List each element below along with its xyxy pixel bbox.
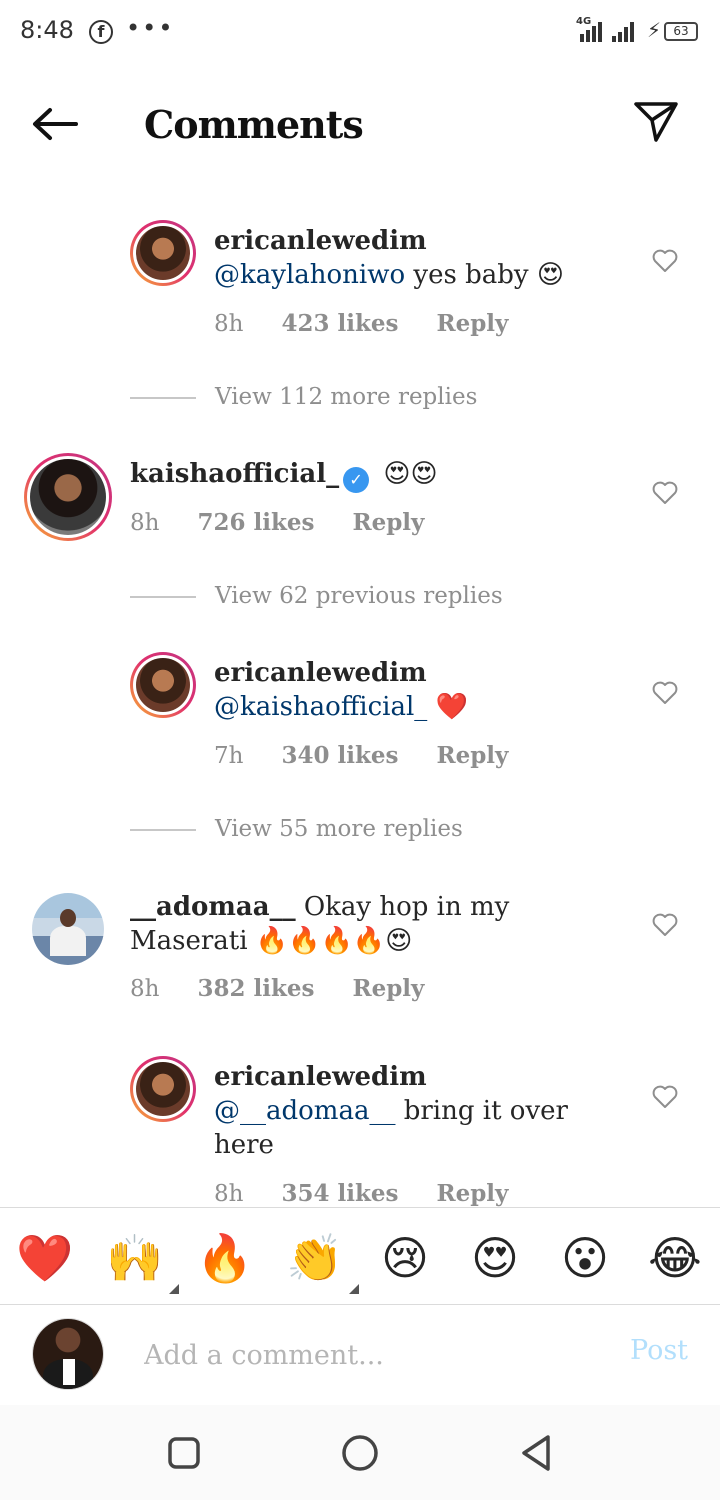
reply-button[interactable]: Reply: [352, 975, 424, 1002]
view-more-replies[interactable]: View 55 more replies: [215, 816, 463, 842]
reply-button[interactable]: Reply: [436, 310, 508, 337]
reply-button[interactable]: Reply: [352, 509, 424, 536]
skin-tone-indicator: [169, 1284, 179, 1294]
battery-icon: 63: [664, 22, 698, 41]
reaction-laughing[interactable]: 😂: [645, 1228, 705, 1288]
comment-text: ericanlewedim @__adomaa__ bring it over …: [214, 1060, 634, 1162]
my-avatar: [32, 1318, 104, 1390]
comment-input[interactable]: [144, 1335, 584, 1375]
header: Comments: [0, 80, 720, 170]
likes-count[interactable]: 726 likes: [197, 509, 314, 536]
view-more-replies[interactable]: View 112 more replies: [215, 384, 477, 410]
reaction-fire[interactable]: 🔥: [195, 1228, 255, 1288]
more-notifications-icon: •••: [126, 14, 175, 42]
heart-icon[interactable]: [652, 249, 678, 273]
heart-icon[interactable]: [652, 1085, 678, 1109]
comment-emoji: 😍: [536, 260, 564, 290]
likes-count[interactable]: 354 likes: [281, 1180, 398, 1207]
comment-body-2: here: [214, 1130, 274, 1160]
mention-link[interactable]: @kaylahoniwo: [214, 260, 405, 290]
divider: [130, 596, 196, 598]
mention-link[interactable]: @kaishaofficial_: [214, 692, 427, 722]
send-icon[interactable]: [632, 100, 680, 144]
comment-meta: 7h 340 likes Reply: [214, 742, 546, 769]
heart-icon[interactable]: [652, 481, 678, 505]
comment-text: ericanlewedim @kaylahoniwo yes baby 😍: [214, 224, 634, 292]
clap-icon: 👏: [286, 1231, 344, 1285]
heart-icon[interactable]: [652, 681, 678, 705]
divider: [130, 829, 196, 831]
signal-icon: [580, 22, 602, 42]
facebook-icon: f: [89, 20, 113, 44]
back-nav-icon[interactable]: [516, 1433, 556, 1473]
likes-count[interactable]: 382 likes: [197, 975, 314, 1002]
reaction-surprised[interactable]: 😮: [555, 1228, 615, 1288]
avatar[interactable]: [130, 220, 196, 286]
comment-time: 7h: [214, 743, 244, 769]
username[interactable]: __adomaa__: [130, 892, 296, 922]
avatar[interactable]: [24, 453, 112, 541]
system-nav-bar: [0, 1405, 720, 1500]
comment-time: 8h: [214, 311, 244, 337]
heart-icon[interactable]: [652, 913, 678, 937]
reaction-heart[interactable]: ❤️: [15, 1228, 75, 1288]
charging-icon: ⚡: [647, 18, 662, 42]
comment-meta: 8h 354 likes Reply: [214, 1180, 546, 1207]
avatar[interactable]: [130, 652, 196, 718]
comment-body: yes baby: [413, 260, 529, 290]
reaction-heart-eyes[interactable]: 😍: [465, 1228, 525, 1288]
username[interactable]: ericanlewedim: [214, 658, 427, 688]
view-previous-replies[interactable]: View 62 previous replies: [215, 583, 503, 609]
quick-reactions-bar: ❤️ 🙌 🔥 👏 😢 😍 😮 😂: [0, 1207, 720, 1305]
likes-count[interactable]: 340 likes: [281, 742, 398, 769]
reaction-crying[interactable]: 😢: [375, 1228, 435, 1288]
comments-list[interactable]: ericanlewedim @kaylahoniwo yes baby 😍 8h…: [0, 205, 720, 1207]
mention-link[interactable]: @__adomaa__: [214, 1096, 395, 1126]
comment-body: Okay hop in my: [303, 892, 510, 922]
username[interactable]: ericanlewedim: [214, 226, 427, 256]
avatar[interactable]: [32, 893, 104, 965]
signal-icon-2: [612, 22, 634, 42]
page-title: Comments: [144, 102, 364, 147]
comment-emoji: 🔥🔥🔥🔥😍: [255, 926, 413, 956]
divider: [130, 397, 196, 399]
comment-meta: 8h 423 likes Reply: [214, 310, 546, 337]
comment-emoji: ❤️: [435, 692, 468, 722]
reaction-raised-hands[interactable]: 🙌: [105, 1228, 179, 1294]
raised-hands-icon: 🙌: [106, 1231, 164, 1285]
skin-tone-indicator: [349, 1284, 359, 1294]
reply-button[interactable]: Reply: [436, 742, 508, 769]
recent-apps-icon[interactable]: [164, 1433, 204, 1473]
avatar[interactable]: [130, 1056, 196, 1122]
comment-time: 8h: [130, 510, 160, 536]
home-icon[interactable]: [340, 1433, 380, 1473]
likes-count[interactable]: 423 likes: [281, 310, 398, 337]
verified-badge-icon: ✓: [343, 467, 370, 493]
comment-meta: 8h 726 likes Reply: [130, 509, 462, 536]
comment-text: ericanlewedim @kaishaofficial_ ❤️: [214, 656, 634, 724]
comment-body: bring it over: [403, 1096, 568, 1126]
reaction-clap[interactable]: 👏: [285, 1228, 359, 1294]
status-time: 8:48: [20, 16, 74, 44]
username[interactable]: ericanlewedim: [214, 1062, 427, 1092]
reply-button[interactable]: Reply: [436, 1180, 508, 1207]
comment-composer: Post: [0, 1305, 720, 1405]
username[interactable]: kaishaofficial_: [130, 459, 339, 489]
comment-time: 8h: [214, 1181, 244, 1207]
comment-time: 8h: [130, 976, 160, 1002]
post-button[interactable]: Post: [630, 1335, 688, 1366]
comment-text: kaishaofficial_ ✓ 😍😍: [130, 457, 630, 493]
comment-text: __adomaa__ Okay hop in my Maserati 🔥🔥🔥🔥😍: [130, 890, 630, 958]
comment-meta: 8h 382 likes Reply: [130, 975, 462, 1002]
comment-body: 😍😍: [383, 459, 438, 489]
comment-body-2: Maserati: [130, 926, 248, 956]
status-bar: 8:48 f ••• 4G ⚡ 63: [0, 0, 720, 64]
back-arrow-icon[interactable]: [30, 104, 80, 144]
